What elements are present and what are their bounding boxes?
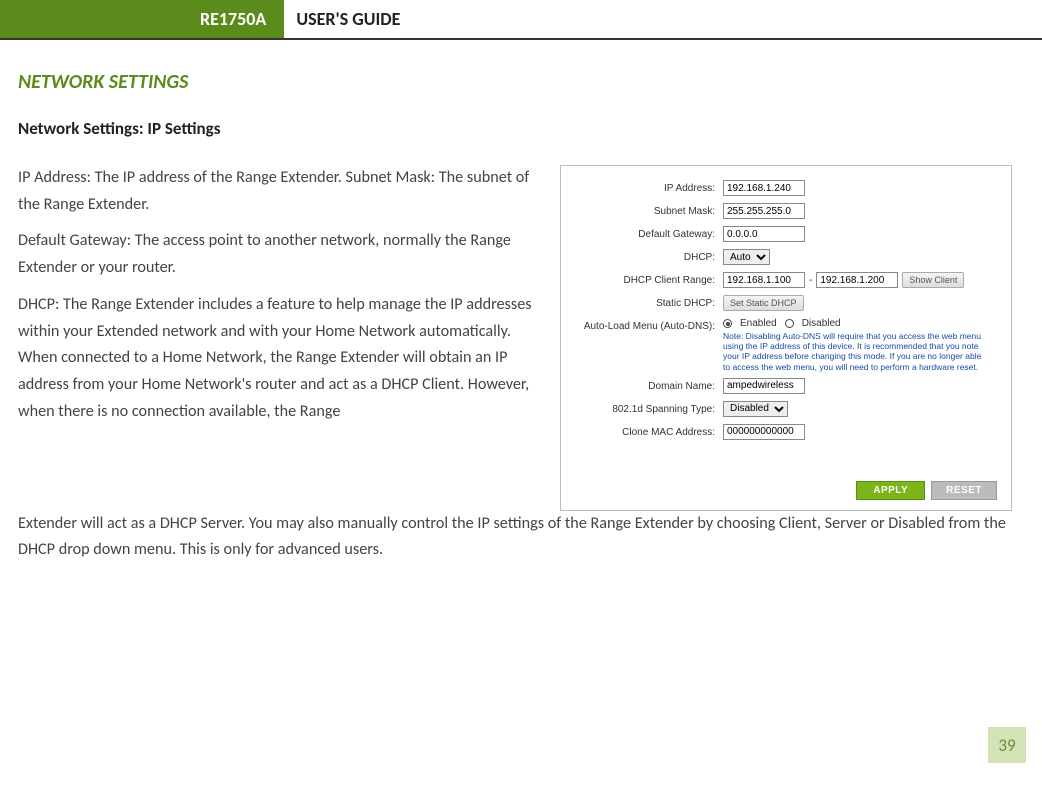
ip-address-input[interactable] xyxy=(723,180,805,196)
dhcp-range-start-input[interactable] xyxy=(723,272,805,288)
reset-button[interactable]: RESET xyxy=(931,481,997,500)
header-guide: USER'S GUIDE xyxy=(284,0,412,38)
autodns-note: Note: Disabling Auto-DNS will require th… xyxy=(723,331,983,372)
autodns-label: Auto-Load Menu (Auto-DNS): xyxy=(575,318,723,335)
autodns-enabled-label: Enabled xyxy=(740,318,777,329)
domain-name-label: Domain Name: xyxy=(575,378,723,395)
clone-mac-label: Clone MAC Address: xyxy=(575,424,723,441)
spanning-type-select[interactable]: Disabled xyxy=(723,401,788,417)
autodns-enabled-radio[interactable] xyxy=(723,319,732,328)
autodns-disabled-radio[interactable] xyxy=(785,319,794,328)
page-content: NETWORK SETTINGS Network Settings: IP Se… xyxy=(0,40,1042,564)
paragraph-dhcp-a: DHCP: The Range Extender includes a feat… xyxy=(18,292,546,426)
paragraph-ip-subnet: IP Address: The IP address of the Range … xyxy=(18,165,546,218)
settings-screenshot: IP Address: Subnet Mask: Default Gateway… xyxy=(560,165,1012,511)
subnet-mask-input[interactable] xyxy=(723,203,805,219)
paragraph-dhcp-b: Extender will act as a DHCP Server. You … xyxy=(18,511,1012,564)
body-text-column: IP Address: The IP address of the Range … xyxy=(18,165,546,511)
paragraph-gateway: Default Gateway: The access point to ano… xyxy=(18,228,546,281)
subsection-title: Network Settings: IP Settings xyxy=(18,118,1012,139)
ip-address-label: IP Address: xyxy=(575,180,723,197)
section-title: NETWORK SETTINGS xyxy=(18,70,1012,94)
show-client-button[interactable]: Show Client xyxy=(902,272,964,288)
apply-button[interactable]: APPLY xyxy=(856,481,925,500)
clone-mac-input[interactable] xyxy=(723,424,805,440)
static-dhcp-label: Static DHCP: xyxy=(575,295,723,312)
autodns-disabled-label: Disabled xyxy=(802,318,841,329)
domain-name-input[interactable] xyxy=(723,378,805,394)
set-static-dhcp-button[interactable]: Set Static DHCP xyxy=(723,295,804,311)
dhcp-label: DHCP: xyxy=(575,249,723,266)
spanning-type-label: 802.1d Spanning Type: xyxy=(575,401,723,418)
dhcp-range-separator: - xyxy=(809,275,812,286)
header-model: RE1750A xyxy=(0,0,284,38)
default-gateway-label: Default Gateway: xyxy=(575,226,723,243)
page-number: 39 xyxy=(988,727,1026,763)
subnet-mask-label: Subnet Mask: xyxy=(575,203,723,220)
dhcp-select[interactable]: Auto xyxy=(723,249,770,265)
dhcp-range-label: DHCP Client Range: xyxy=(575,272,723,289)
header-bar: RE1750A USER'S GUIDE xyxy=(0,0,1042,40)
default-gateway-input[interactable] xyxy=(723,226,805,242)
dhcp-range-end-input[interactable] xyxy=(816,272,898,288)
